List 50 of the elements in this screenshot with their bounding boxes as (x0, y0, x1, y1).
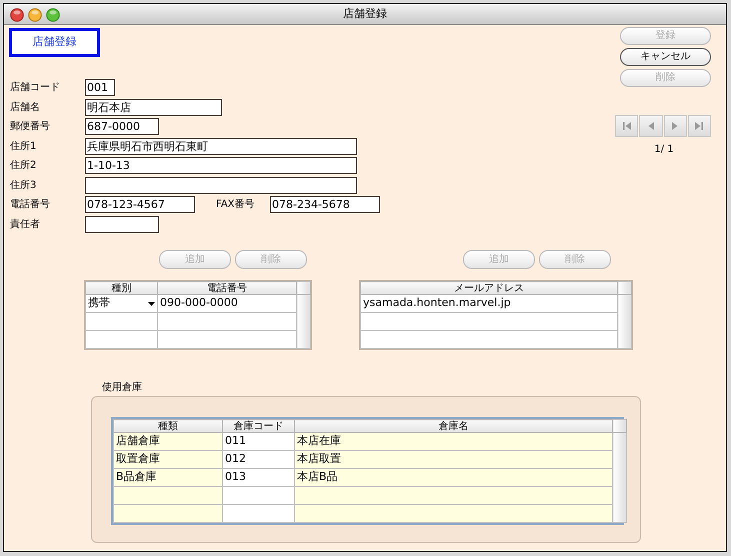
field-label: 郵便番号 (9, 120, 51, 134)
input-field[interactable]: 687-0000 (85, 118, 159, 136)
table-cell: 本店B品 (294, 468, 612, 486)
skip-first-icon (622, 121, 632, 131)
field-label: 住所3 (9, 178, 38, 193)
table-cell: 店舗倉庫 (114, 432, 222, 450)
caret-icon (148, 302, 155, 306)
table-cell: 取置倉庫 (114, 450, 222, 468)
input-field[interactable]: 明石本店 (85, 98, 222, 116)
field-label: 責任者 (9, 218, 41, 232)
zoom-button[interactable] (46, 7, 60, 21)
field-label: 住所2 (9, 158, 38, 174)
column-header: 電話番号 (158, 282, 296, 294)
group-title: 使用倉庫 (102, 380, 143, 393)
window-title: 店舗登録 (343, 6, 387, 22)
scrollbar[interactable] (296, 294, 310, 348)
table-cell: 本店取置 (294, 450, 612, 468)
table-cell: 011 (222, 432, 294, 450)
minimize-button[interactable] (28, 7, 42, 21)
table-cell: B品倉庫 (114, 468, 222, 486)
column-header: 種類 (114, 420, 222, 432)
table-cell: ysamada.honten.marvel.jp (360, 294, 618, 312)
table-cell: 013 (222, 468, 294, 486)
input-field[interactable]: 078-234-5678 (270, 196, 380, 214)
scrollbar[interactable] (612, 432, 626, 522)
column-header: 種別 (86, 282, 158, 294)
input-field[interactable]: 078-123-4567 (85, 196, 195, 214)
close-button[interactable] (10, 7, 24, 21)
column-header: 倉庫名 (294, 420, 612, 432)
field-label: 店舗コード (9, 80, 61, 96)
field-label: 店舗名 (9, 100, 41, 115)
input-field[interactable] (85, 176, 357, 194)
input-field[interactable]: 兵庫県明石市西明石東町 (85, 138, 357, 155)
input-field[interactable] (85, 216, 159, 233)
field-label: FAX番号 (215, 198, 256, 212)
button[interactable]: キャンセル (620, 48, 711, 66)
skip-last-icon (694, 121, 704, 131)
scrollbar[interactable] (618, 294, 632, 348)
heading: 店舗登録 (9, 28, 100, 57)
input-field[interactable]: 001 (85, 79, 115, 96)
input-field[interactable]: 1-10-13 (85, 157, 357, 174)
column-header: メールアドレス (360, 282, 618, 294)
column-header: 倉庫コード (222, 420, 294, 432)
field-label: 住所1 (9, 140, 38, 154)
page-counter: 1/ 1 (653, 143, 675, 157)
table-cell: 012 (222, 450, 294, 468)
table-cell: 090-000-0000 (158, 294, 296, 312)
table-cell: 本店在庫 (294, 432, 612, 450)
dropdown[interactable]: 携帯 (86, 294, 158, 312)
field-label: 電話番号 (9, 198, 51, 212)
